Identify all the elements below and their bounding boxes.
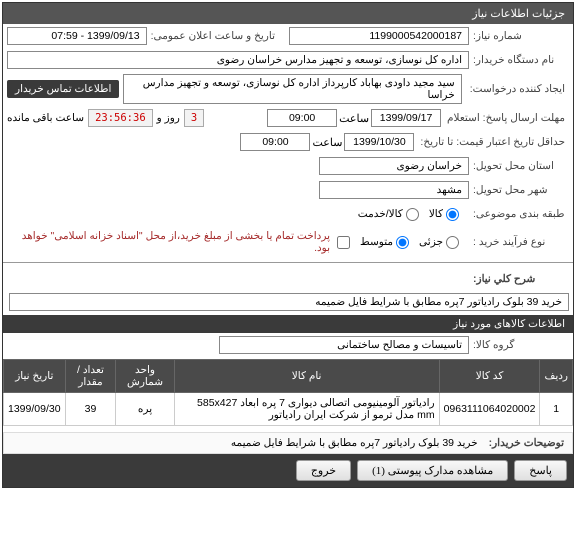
buyer-desc-value: خرید 39 بلوک رادیاتور 7پره مطابق با شرای… — [231, 437, 478, 449]
remaining-time: 23:56:36 — [88, 109, 153, 127]
cell-name: رادیاتور آلومینیومی اتصالی دیواری 7 پره … — [174, 393, 439, 426]
category-goods-radio[interactable] — [446, 208, 459, 221]
cell-date: 1399/09/30 — [4, 393, 66, 426]
creator-value: سید مجید داودی بهاباد کارپرداز اداره کل … — [123, 74, 461, 104]
category-service-option[interactable]: کالا/خدمت — [358, 208, 419, 221]
summary-label: شرح کلي نياز: — [469, 271, 569, 287]
goods-table: ردیف کد کالا نام کالا واحد شمارش تعداد /… — [3, 359, 573, 426]
creator-label: ایجاد کننده درخواست: — [466, 81, 569, 97]
validity-hour: 09:00 — [240, 133, 310, 151]
category-service-label: کالا/خدمت — [358, 208, 403, 220]
th-code: کد کالا — [439, 360, 540, 393]
category-goods-option[interactable]: کالا — [429, 208, 459, 221]
remaining-label: ساعت باقی مانده — [7, 112, 84, 124]
process-low-label: جزئی — [419, 236, 443, 248]
city-value: مشهد — [319, 181, 469, 199]
buyer-desc-label: توضیحات خریدار: — [481, 437, 564, 449]
province-label: استان محل تحویل: — [469, 158, 569, 174]
category-goods-label: کالا — [429, 208, 443, 220]
announce-label: تاریخ و ساعت اعلان عمومی: — [147, 28, 279, 44]
process-mid-radio[interactable] — [396, 236, 409, 249]
deadline-date: 1399/09/17 — [371, 109, 441, 127]
category-label: طبقه بندی موضوعی: — [469, 206, 569, 222]
validity-hour-label: ساعت — [312, 136, 342, 149]
deadline-hour-label: ساعت — [339, 112, 369, 125]
summary-value: خرید 39 بلوک رادیاتور 7پره مطابق با شرای… — [9, 293, 569, 311]
payment-note-checkbox[interactable] — [337, 236, 350, 249]
deadline-hour: 09:00 — [267, 109, 337, 127]
reply-button[interactable]: پاسخ — [514, 460, 567, 481]
goods-section-header: اطلاعات کالاهای مورد نیاز — [3, 315, 573, 333]
cell-unit: پره — [116, 393, 174, 426]
remaining-days-label: روز و — [157, 112, 180, 124]
announce-value: 1399/09/13 - 07:59 — [7, 27, 147, 45]
need-number-value: 1199000542000187 — [289, 27, 469, 45]
th-date: تاریخ نیاز — [4, 360, 66, 393]
payment-note: پرداخت تمام یا بخشی از مبلغ خرید،از محل … — [7, 228, 334, 256]
group-value: تاسیسات و مصالح ساختمانی — [219, 336, 469, 354]
city-label: شهر محل تحویل: — [469, 182, 569, 198]
validity-label: حداقل تاریخ اعتبار قیمت: تا تاریخ: — [416, 134, 569, 150]
province-value: خراسان رضوی — [319, 157, 469, 175]
th-qty: تعداد / مقدار — [65, 360, 116, 393]
payment-note-option[interactable]: پرداخت تمام یا بخشی از مبلغ خرید،از محل … — [7, 228, 350, 256]
th-row: ردیف — [540, 360, 573, 393]
need-number-label: شماره نیاز: — [469, 28, 569, 44]
deadline-label: مهلت ارسال پاسخ: استعلام — [443, 110, 569, 126]
process-mid-label: متوسط — [360, 236, 393, 248]
th-name: نام کالا — [174, 360, 439, 393]
cell-qty: 39 — [65, 393, 116, 426]
buyer-org-label: نام دستگاه خریدار: — [469, 52, 569, 68]
panel-title: جزئیات اطلاعات نیاز — [3, 3, 573, 24]
exit-button[interactable]: خروج — [296, 460, 351, 481]
category-service-radio[interactable] — [406, 208, 419, 221]
contact-buyer-button[interactable]: اطلاعات تماس خریدار — [7, 80, 119, 98]
validity-date: 1399/10/30 — [344, 133, 414, 151]
buyer-org-value: اداره کل نوسازی، توسعه و تجهیز مدارس خرا… — [7, 51, 469, 69]
process-label: نوع فرآیند خرید : — [469, 234, 569, 250]
process-low-option[interactable]: جزئی — [419, 236, 459, 249]
process-mid-option[interactable]: متوسط — [360, 236, 409, 249]
attachments-button[interactable]: مشاهده مدارک پیوستی (1) — [357, 460, 508, 481]
cell-code: 0963111064020002 — [439, 393, 540, 426]
th-unit: واحد شمارش — [116, 360, 174, 393]
process-low-radio[interactable] — [446, 236, 459, 249]
cell-row: 1 — [540, 393, 573, 426]
remaining-days: 3 — [184, 109, 204, 127]
table-row[interactable]: 1 0963111064020002 رادیاتور آلومینیومی ا… — [4, 393, 573, 426]
group-label: گروه کالا: — [469, 337, 569, 353]
